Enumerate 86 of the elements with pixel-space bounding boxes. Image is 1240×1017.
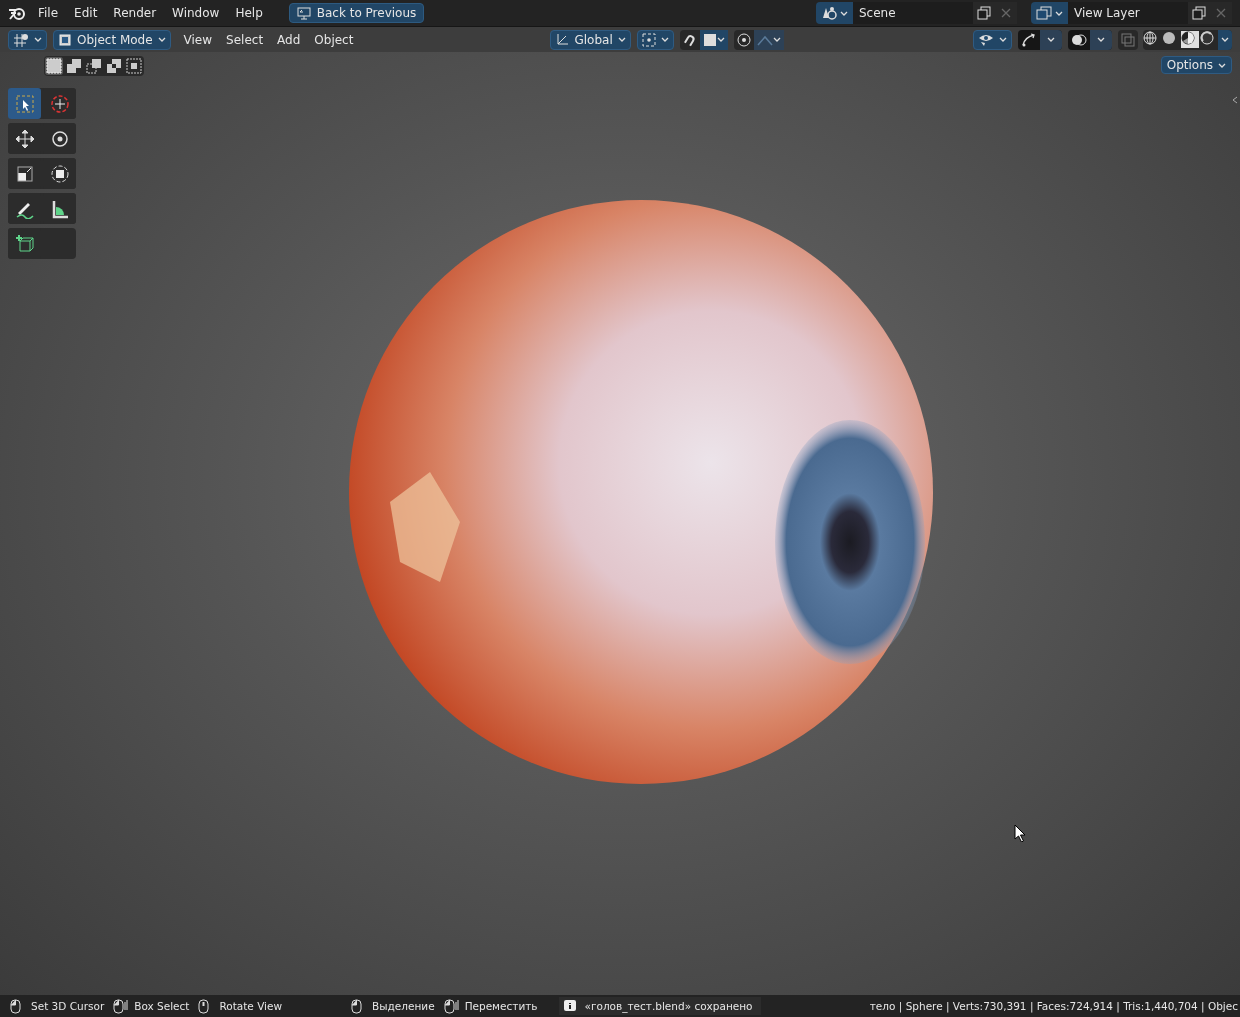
selection-mode-button[interactable] — [105, 57, 123, 75]
selection-mode-button[interactable] — [85, 57, 103, 75]
caret-icon — [716, 37, 725, 42]
status-message: «голов_тест.blend» сохранено — [584, 1000, 753, 1012]
menu-item[interactable]: Object — [308, 30, 360, 49]
scene-name-field[interactable]: Scene — [853, 2, 973, 24]
xray-toggle[interactable] — [1118, 29, 1138, 50]
caret-icon — [1047, 37, 1055, 42]
add-cube-icon — [14, 233, 35, 254]
shortcut-hint: Set 3D Cursor — [31, 1000, 105, 1012]
ring-icon — [736, 32, 751, 47]
editor-type-button[interactable] — [8, 29, 47, 50]
shortcut-hint: Box Select — [134, 1000, 190, 1012]
shading-mode-button[interactable] — [1181, 31, 1199, 48]
caret-icon — [999, 37, 1007, 42]
caret-icon — [617, 37, 626, 42]
mode-dropdown[interactable]: Object Mode — [53, 29, 171, 50]
close-icon[interactable] — [1001, 8, 1011, 18]
pivot-icon — [641, 32, 656, 47]
cube-icon — [58, 32, 72, 47]
caret-icon — [1055, 10, 1063, 16]
blender-logo-icon[interactable] — [8, 5, 26, 21]
scene-selector-button[interactable] — [816, 2, 853, 24]
back-to-previous-button[interactable]: Back to Previous — [288, 3, 425, 23]
caret-icon — [34, 37, 42, 42]
eye-icon — [978, 32, 994, 47]
cursor-icon — [49, 93, 70, 114]
subtract-selection-icon — [86, 58, 102, 74]
editor-type-icon — [13, 32, 29, 47]
caret-icon — [772, 37, 781, 42]
mouse-button-icon — [113, 998, 129, 1014]
view-layer-name-field[interactable]: View Layer — [1068, 2, 1188, 24]
copy-icon[interactable] — [977, 6, 991, 20]
menu-item[interactable]: File — [30, 3, 67, 23]
view-layer-selector-button[interactable] — [1031, 2, 1068, 24]
menu-item[interactable]: Edit — [66, 3, 106, 23]
options-dropdown[interactable]: Options — [1160, 56, 1232, 74]
visibility-dropdown[interactable] — [973, 29, 1012, 50]
caret-icon — [157, 37, 166, 42]
overlay-icon — [1071, 32, 1087, 47]
menu-item[interactable]: Help — [227, 3, 271, 23]
caret-icon — [1097, 37, 1105, 42]
caret-icon — [1221, 37, 1229, 42]
shortcut-hint: Переместить — [464, 1000, 538, 1012]
gizmo-icon — [1021, 32, 1037, 47]
selection-mode-button[interactable] — [65, 57, 83, 75]
caret-icon — [840, 10, 848, 16]
magnet-icon — [682, 32, 697, 47]
transform-icon — [49, 163, 70, 184]
extend-selection-icon — [66, 58, 82, 74]
scene-statistics: тело | Sphere | Verts:730,391 | Faces:724,914 | Tris:1,440,704 | Objec — [869, 1000, 1238, 1012]
monitor-icon — [296, 6, 311, 20]
close-icon[interactable] — [1216, 8, 1226, 18]
xray-icon — [1121, 32, 1135, 47]
wireframe-shading-icon — [1143, 31, 1157, 45]
caret-icon — [660, 37, 669, 42]
intersect-selection-icon — [126, 58, 142, 74]
mouse-button-icon — [443, 998, 459, 1014]
scale-icon — [14, 163, 35, 184]
overlay-toggle[interactable] — [1068, 29, 1112, 50]
orientation-dropdown[interactable]: Global — [550, 29, 631, 50]
copy-icon[interactable] — [1192, 6, 1206, 20]
menu-item[interactable]: Add — [271, 30, 307, 49]
axes-icon — [555, 32, 570, 47]
menu-item[interactable]: Window — [164, 3, 228, 23]
gizmo-toggle[interactable] — [1018, 29, 1062, 50]
shortcut-hint: Выделение — [372, 1000, 435, 1012]
falloff-icon — [756, 33, 773, 46]
rotate-icon — [49, 128, 70, 149]
move-icon — [14, 128, 35, 149]
square-icon — [702, 32, 717, 47]
pivot-point-dropdown[interactable] — [636, 29, 674, 50]
mouse-pointer-icon — [1014, 824, 1026, 842]
solid-shading-icon — [1162, 31, 1176, 45]
image-stack-icon — [1036, 6, 1052, 20]
proportional-editing-control[interactable] — [733, 29, 784, 50]
scene-icon — [821, 6, 837, 20]
shortcut-hint: Rotate View — [219, 1000, 283, 1012]
menu-item[interactable]: Render — [105, 3, 165, 23]
snapping-control[interactable] — [679, 29, 728, 50]
select-box-icon — [14, 93, 35, 114]
menu-item[interactable]: View — [177, 30, 219, 49]
caret-icon — [1218, 62, 1226, 68]
menu-item[interactable]: Select — [220, 30, 270, 49]
new-selection-icon — [46, 58, 62, 74]
selection-mode-button[interactable] — [125, 57, 143, 75]
